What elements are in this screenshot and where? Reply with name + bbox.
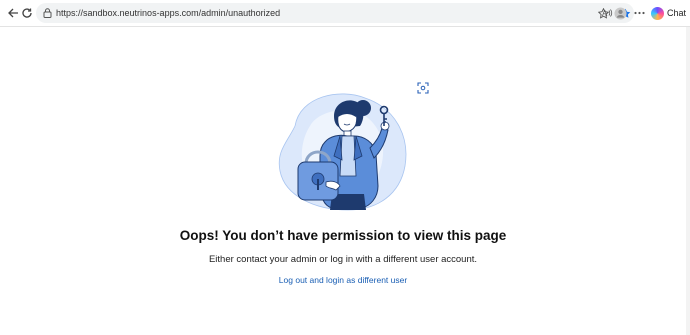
unauthorized-illustration: [270, 86, 420, 216]
scan-focus-icon[interactable]: [417, 81, 429, 94]
browser-toolbar: https://sandbox.neutrinos-apps.com/admin…: [0, 0, 690, 27]
chat-label: Chat: [667, 8, 687, 18]
address-bar[interactable]: https://sandbox.neutrinos-apps.com/admin…: [36, 3, 634, 23]
page-scrollbar[interactable]: [686, 27, 690, 335]
lock-icon[interactable]: [42, 8, 52, 18]
page-title: Oops! You don’t have permission to view …: [179, 228, 507, 243]
more-options-icon[interactable]: [630, 4, 648, 22]
url-text[interactable]: https://sandbox.neutrinos-apps.com/admin…: [56, 8, 280, 18]
collections-icon[interactable]: [594, 4, 612, 22]
permission-message: Either contact your admin or log in with…: [208, 254, 478, 265]
refresh-icon[interactable]: [16, 2, 38, 24]
copilot-chat-button[interactable]: Chat: [651, 4, 686, 22]
copilot-icon: [651, 6, 664, 20]
logout-relogin-link[interactable]: Log out and login as different user: [0, 275, 686, 285]
profile-icon[interactable]: [611, 4, 629, 22]
